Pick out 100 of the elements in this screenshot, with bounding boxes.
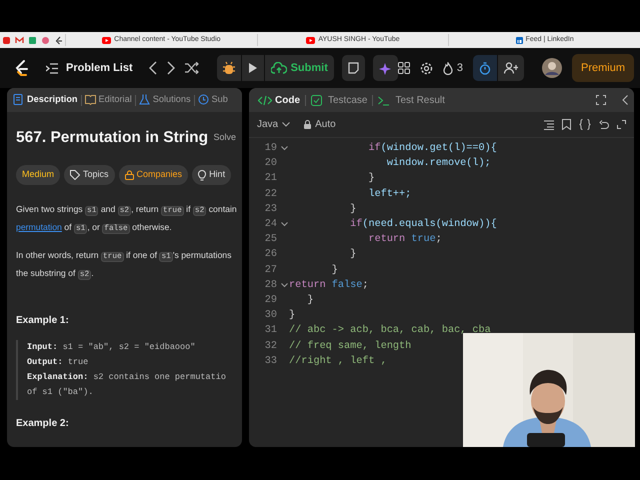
caret-icon — [282, 122, 290, 127]
add-user-icon — [504, 62, 518, 74]
panel-tab[interactable]: Code — [255, 92, 303, 108]
code-line: return false; — [289, 278, 368, 293]
example-line: Explanation: s2 contains one permutatio — [27, 370, 226, 384]
line-number: 22 — [264, 188, 278, 202]
example-line: Input: s1 = "ab", s2 = "eidbaooo" — [27, 340, 196, 354]
fold-caret-icon[interactable] — [280, 222, 288, 228]
note-icon — [348, 62, 359, 74]
linkedin-icon — [516, 36, 523, 44]
line-number: 30 — [264, 309, 278, 324]
example-line: Output: true — [27, 356, 88, 369]
tag-chip[interactable]: Topics — [64, 165, 115, 185]
invite-button[interactable] — [498, 55, 524, 81]
code-icon — [258, 94, 272, 106]
ai-button[interactable] — [372, 55, 398, 81]
sparkle-icon — [378, 62, 392, 74]
book-icon — [84, 94, 96, 106]
code-line: if(window.get(l)==0){ — [367, 142, 497, 156]
line-number: 24 — [264, 218, 278, 232]
line-number: 29 — [264, 294, 278, 308]
avatar-icon[interactable] — [542, 58, 562, 78]
chevron-left-icon[interactable] — [148, 61, 157, 75]
lock-icon — [124, 170, 134, 180]
debug-button[interactable] — [216, 55, 241, 81]
line-number: 27 — [264, 264, 278, 278]
premium-button[interactable]: Premium — [572, 54, 634, 82]
code-line: } — [306, 294, 314, 308]
logo-icon[interactable] — [14, 59, 28, 77]
run-button[interactable] — [242, 55, 264, 81]
problem-list-button[interactable]: Problem List — [46, 60, 133, 76]
line-number: 19 — [264, 142, 278, 156]
lightbulb-icon — [198, 170, 206, 180]
solved-status: Solve — [213, 130, 236, 144]
flask-icon — [138, 94, 150, 106]
timer-button[interactable] — [472, 55, 497, 81]
tag-chip[interactable]: Medium — [16, 165, 60, 185]
bookmark-icon[interactable] — [562, 119, 571, 130]
tag-chip[interactable]: Hint — [192, 165, 232, 185]
bug-icon — [222, 61, 235, 75]
submit-button[interactable]: Submit — [264, 55, 334, 81]
code-line: window.remove(l); — [386, 156, 491, 172]
shuffle-icon[interactable] — [184, 62, 199, 74]
line-number: 25 — [264, 233, 278, 248]
tag-chip[interactable]: Companies — [118, 165, 188, 185]
list-icon — [46, 62, 58, 74]
code-line: return true; — [367, 233, 442, 248]
clock-icon — [198, 94, 209, 106]
lock-icon — [304, 120, 312, 129]
code-line: } — [349, 248, 356, 262]
panel-tab[interactable]: Solutions — [136, 93, 193, 107]
code-line: if(need.equals(window)){ — [349, 218, 497, 232]
line-number: 21 — [264, 172, 278, 186]
document-icon — [13, 94, 24, 106]
line-number: 31 — [264, 324, 278, 338]
panel-tab[interactable]: Editorial — [82, 93, 134, 107]
code-line: // freq same, length — [289, 340, 412, 354]
line-number: 26 — [264, 248, 278, 262]
panel-tab[interactable]: Testcase — [308, 92, 370, 108]
code-line: //right , left , — [289, 354, 387, 369]
code-line: } — [330, 264, 338, 278]
notes-button[interactable] — [342, 55, 365, 81]
line-number: 32 — [264, 340, 278, 354]
code-line: } — [349, 202, 356, 217]
panel-tab[interactable]: Sub — [196, 93, 230, 107]
code-line: // abc -> acb, bca, cab, bac, cba — [289, 324, 491, 338]
cloud-upload-icon — [270, 62, 287, 74]
video-icon — [306, 36, 316, 44]
tag-icon — [70, 170, 80, 180]
grid-icon[interactable] — [398, 62, 410, 74]
auto-mode-label: Auto — [315, 118, 336, 132]
panel-tab[interactable]: Test Result — [375, 92, 448, 108]
fold-caret-icon[interactable] — [280, 146, 288, 152]
flame-icon — [442, 62, 453, 74]
braces-icon[interactable] — [579, 119, 591, 130]
video-icon — [102, 36, 112, 44]
code-line: } — [289, 308, 296, 324]
line-number: 20 — [264, 157, 278, 172]
fullscreen-icon[interactable] — [596, 95, 606, 105]
fold-caret-icon[interactable] — [280, 282, 288, 288]
language-dropdown[interactable]: Java — [257, 117, 290, 132]
line-number: 33 — [264, 354, 278, 369]
stopwatch-icon — [478, 62, 491, 74]
chevron-left-icon[interactable] — [622, 95, 628, 105]
example-heading: Example 1: — [16, 314, 70, 328]
panel-tab[interactable]: Description — [11, 93, 80, 107]
line-number: 28 — [264, 278, 278, 293]
format-icon[interactable] — [544, 120, 554, 130]
streak-counter[interactable]: 3 — [442, 60, 463, 76]
undo-icon[interactable] — [599, 120, 609, 130]
chevron-right-icon[interactable] — [166, 61, 175, 75]
app-icon[interactable] — [54, 36, 63, 44]
permutation-link[interactable]: permutation — [16, 222, 62, 232]
settings-icon[interactable] — [420, 62, 433, 74]
example-line: of s1 ("ba"). — [27, 386, 94, 399]
line-number: 23 — [264, 202, 278, 217]
code-line: } — [367, 172, 375, 186]
checkbox-icon — [311, 94, 325, 106]
expand-icon[interactable] — [617, 120, 626, 129]
play-icon — [248, 62, 258, 74]
